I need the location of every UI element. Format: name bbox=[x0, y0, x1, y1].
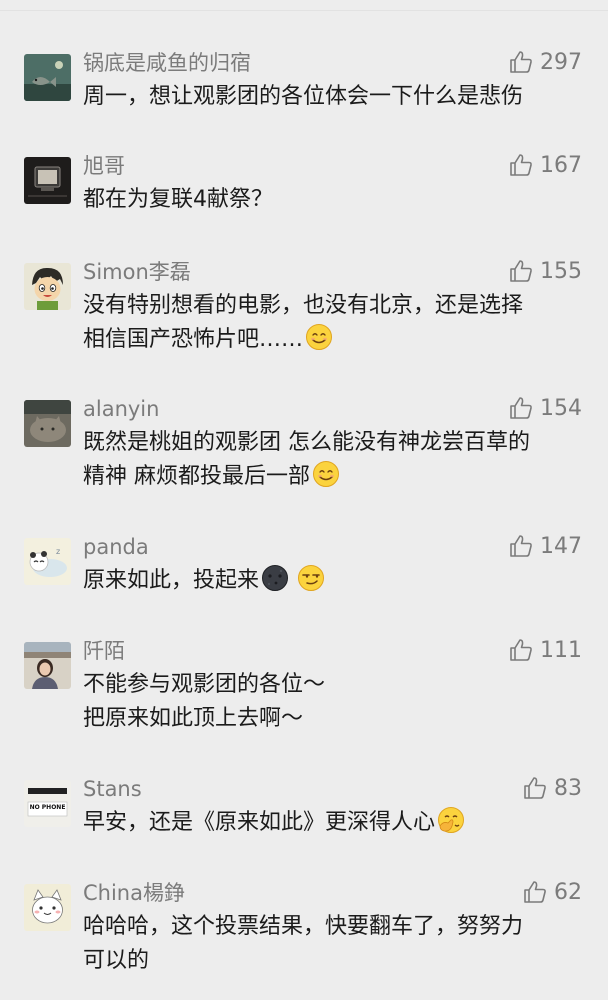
thumbs-up-icon bbox=[508, 258, 534, 284]
comment-page: 锅底是咸鱼的归宿 297 周一，想让观影团的各位体会一下什么是悲伤 旭哥 167… bbox=[0, 0, 608, 1000]
thumbs-up-icon bbox=[522, 879, 548, 905]
avatar-sign-text: NO PHONE bbox=[29, 804, 66, 811]
like-button[interactable]: 62 bbox=[522, 877, 582, 907]
sleeping-panda-avatar-icon[interactable]: z bbox=[24, 538, 71, 585]
white-cat-avatar-icon[interactable] bbox=[24, 884, 71, 931]
like-button[interactable]: 167 bbox=[508, 150, 582, 180]
like-count: 155 bbox=[540, 258, 582, 284]
thumbs-up-icon bbox=[508, 395, 534, 421]
like-button[interactable]: 83 bbox=[522, 773, 582, 803]
like-button[interactable]: 155 bbox=[508, 256, 582, 286]
like-count: 297 bbox=[540, 49, 582, 75]
comment-text-line: 都在为复联4献祭？ bbox=[83, 187, 273, 212]
dark-tv-avatar-icon[interactable] bbox=[24, 157, 71, 204]
cartoon-boy-avatar-icon[interactable] bbox=[24, 263, 71, 310]
thumbs-up-icon bbox=[508, 637, 534, 663]
like-count: 62 bbox=[554, 879, 582, 905]
comment-username[interactable]: alanyin bbox=[83, 394, 159, 424]
comment-username[interactable]: 锅底是咸鱼的归宿 bbox=[83, 48, 251, 78]
top-divider bbox=[0, 10, 608, 11]
comment-text: 早安，还是《原来如此》更深得人心 bbox=[83, 806, 583, 840]
comment-text: 哈哈哈，这个投票结果，快要翻车了，努努力 可以的 bbox=[83, 910, 583, 978]
like-button[interactable]: 154 bbox=[508, 393, 582, 423]
like-count: 111 bbox=[540, 637, 582, 663]
comment-text: 没有特别想看的电影，也没有北京，还是选择 相信国产恐怖片吧…… bbox=[83, 289, 583, 357]
svg-text:z: z bbox=[56, 547, 60, 556]
like-count: 83 bbox=[554, 775, 582, 801]
comment-text-line-content: 精神 麻烦都投最后一部 bbox=[83, 464, 310, 489]
comment-username[interactable]: Simon李磊 bbox=[83, 257, 191, 287]
comment-text: 原来如此，投起来 bbox=[83, 564, 583, 598]
like-button[interactable]: 297 bbox=[508, 47, 582, 77]
dark-moon-emoji-icon bbox=[261, 564, 289, 592]
thumbs-up-icon bbox=[508, 533, 534, 559]
comment-text-line: 哈哈哈，这个投票结果，快要翻车了，努努力 bbox=[83, 914, 524, 939]
cat-avatar-icon[interactable] bbox=[24, 400, 71, 447]
girl-photo-avatar-icon[interactable] bbox=[24, 642, 71, 689]
thumbs-up-icon bbox=[508, 49, 534, 75]
comment-text: 都在为复联4献祭？ bbox=[83, 183, 583, 217]
comment-text: 不能参与观影团的各位～ 把原来如此顶上去啊～ bbox=[83, 668, 583, 736]
like-button[interactable]: 147 bbox=[508, 531, 582, 561]
comment-text-line: 没有特别想看的电影，也没有北京，还是选择 bbox=[83, 293, 524, 318]
smile-emoji-icon bbox=[305, 323, 333, 351]
comment-text-line: 相信国产恐怖片吧…… bbox=[83, 323, 583, 357]
smile-emoji-icon bbox=[312, 460, 340, 488]
comment-text-line-content: 早安，还是《原来如此》更深得人心 bbox=[83, 810, 436, 835]
comment-text: 既然是桃姐的观影团 怎么能没有神龙尝百草的 精神 麻烦都投最后一部 bbox=[83, 426, 583, 494]
comment-text-line: 既然是桃姐的观影团 怎么能没有神龙尝百草的 bbox=[83, 430, 530, 455]
comment-text-line: 早安，还是《原来如此》更深得人心 bbox=[83, 806, 583, 840]
thumbs-up-icon bbox=[508, 152, 534, 178]
comment-text-line-content: 相信国产恐怖片吧…… bbox=[83, 327, 304, 352]
comment-username[interactable]: 旭哥 bbox=[83, 151, 125, 181]
thumbs-up-icon bbox=[522, 775, 548, 801]
smirk-emoji-icon bbox=[297, 564, 325, 592]
comment-username[interactable]: panda bbox=[83, 532, 149, 562]
like-button[interactable]: 111 bbox=[508, 635, 582, 665]
comment-username[interactable]: Stans bbox=[83, 774, 142, 804]
comment-text-line: 可以的 bbox=[83, 948, 150, 973]
comment-username[interactable]: 阡陌 bbox=[83, 636, 125, 666]
like-count: 154 bbox=[540, 395, 582, 421]
no-phone-sign-avatar-icon[interactable]: NO PHONE bbox=[24, 780, 71, 827]
like-count: 147 bbox=[540, 533, 582, 559]
comment-text: 周一，想让观影团的各位体会一下什么是悲伤 bbox=[83, 80, 583, 114]
comment-text-line: 把原来如此顶上去啊～ bbox=[83, 706, 304, 731]
like-count: 167 bbox=[540, 152, 582, 178]
comment-username[interactable]: China楊錚 bbox=[83, 878, 185, 908]
facepalm-emoji-icon bbox=[437, 806, 465, 834]
comment-text-line-content: 原来如此，投起来 bbox=[83, 568, 260, 593]
comment-text-line: 精神 麻烦都投最后一部 bbox=[83, 460, 583, 494]
fish-night-avatar-icon[interactable] bbox=[24, 54, 71, 101]
comment-text-line: 原来如此，投起来 bbox=[83, 564, 583, 598]
comment-text-line: 周一，想让观影团的各位体会一下什么是悲伤 bbox=[83, 84, 524, 109]
comment-text-line: 不能参与观影团的各位～ bbox=[83, 672, 326, 697]
